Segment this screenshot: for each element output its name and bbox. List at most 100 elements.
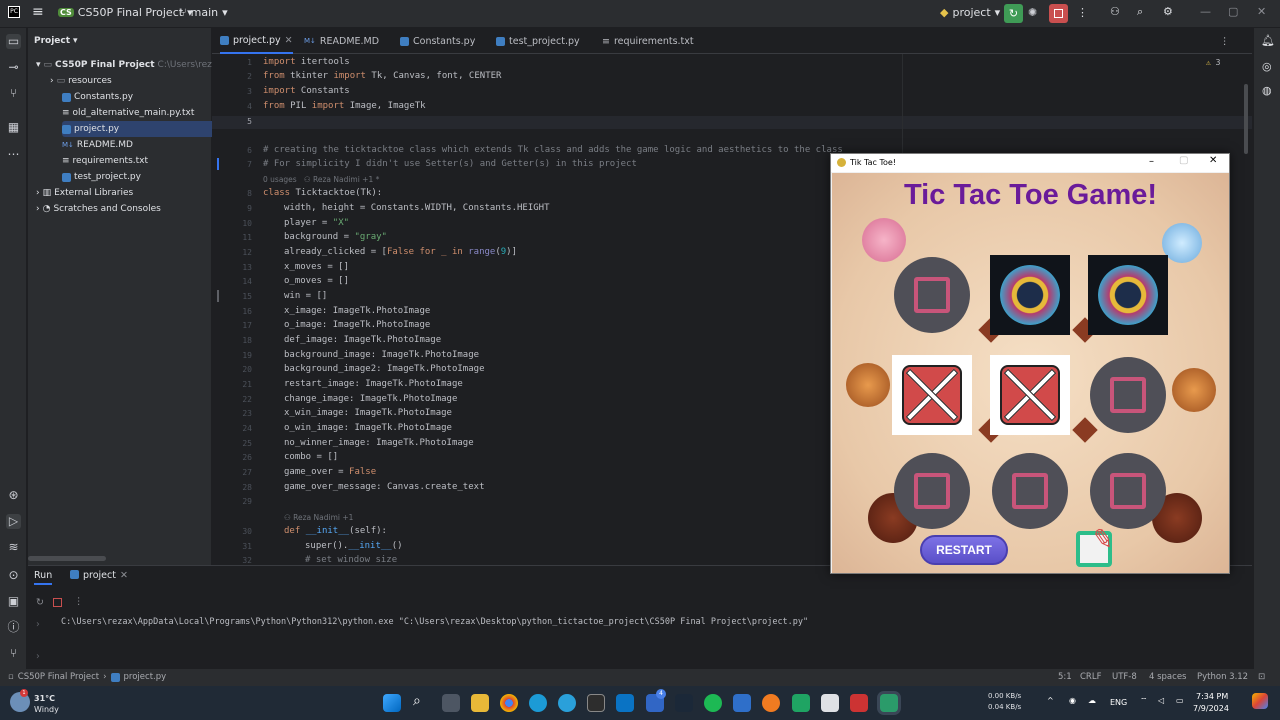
board-cell[interactable] (1088, 451, 1168, 531)
more-tools-icon[interactable]: ⋯ (6, 147, 21, 162)
git-icon[interactable]: ⑂ (6, 646, 21, 661)
tree-item-external-libraries[interactable]: › ▥ External Libraries (36, 185, 133, 201)
debug-icon[interactable]: ✺ (1028, 6, 1037, 19)
restart-button[interactable]: RESTART (920, 535, 1008, 565)
telegram-icon[interactable] (558, 694, 576, 712)
board-cell[interactable] (1088, 355, 1168, 435)
horizontal-scrollbar[interactable] (28, 556, 106, 561)
battery-icon[interactable]: ▭ (1176, 696, 1184, 705)
spotify-icon[interactable] (704, 694, 722, 712)
branch-switcher[interactable]: ⑂ main ▾ (180, 6, 228, 19)
structure-icon[interactable]: ▦ (6, 120, 21, 135)
chevron-up-icon[interactable]: ^ (1047, 696, 1054, 705)
game-titlebar[interactable]: Tik Tac Toe! – ▢ ✕ (831, 154, 1229, 172)
close-icon[interactable]: ✕ (1257, 5, 1266, 18)
language-indicator[interactable]: ENG (1110, 698, 1127, 707)
tree-item-resources[interactable]: › ▭ resources (50, 73, 112, 89)
task-view-icon[interactable] (442, 694, 460, 712)
tray-app-icon[interactable]: ◉ (1069, 696, 1076, 705)
caret-position[interactable]: 5:1 (1058, 672, 1072, 682)
tab-readme[interactable]: M↓ README.MD (304, 28, 379, 54)
clock-time[interactable]: 7:34 PM (1196, 692, 1228, 701)
restore-icon[interactable]: ▢ (1228, 5, 1238, 18)
interpreter[interactable]: Python 3.12 (1197, 672, 1248, 682)
tree-item-readme[interactable]: M↓ README.MD (62, 137, 133, 153)
terminal-app-icon[interactable] (587, 694, 605, 712)
project-panel-header[interactable]: Project ▾ (34, 33, 78, 49)
game-canvas[interactable]: Tic Tac Toe Game! RESTART ✎ (832, 173, 1229, 573)
terminal-icon[interactable]: ▣ (6, 594, 21, 609)
breadcrumb[interactable]: ▫ CS50P Final Project › project.py (8, 672, 166, 682)
board-cell[interactable] (990, 451, 1070, 531)
tab-run-config[interactable]: project ✕ (70, 570, 128, 581)
more-icon[interactable]: ⋮ (1077, 6, 1088, 19)
tree-item-old-alt[interactable]: ≡ old_alternative_main.py.txt (62, 105, 194, 121)
minimize-icon[interactable]: – (1149, 156, 1154, 167)
breadcrumb-file[interactable]: project.py (124, 672, 167, 682)
board-cell[interactable] (1088, 255, 1168, 335)
board-cell[interactable] (892, 255, 972, 335)
outlook-icon[interactable]: 4 (646, 689, 666, 712)
plugins-icon[interactable]: ⊛ (6, 488, 21, 503)
run-config-selector[interactable]: ◆ project ▾ (940, 6, 1000, 19)
tab-requirements[interactable]: ≡ requirements.txt (602, 28, 694, 54)
change-image-button[interactable]: ✎ (1076, 523, 1116, 567)
lock-icon[interactable]: ⊡ (1258, 672, 1265, 682)
tab-project-py[interactable]: project.py ✕ (220, 28, 293, 54)
tab-constants[interactable]: Constants.py (400, 28, 475, 54)
tree-item-scratches[interactable]: › ◔ Scratches and Consoles (36, 201, 161, 217)
notepad-icon[interactable] (821, 694, 839, 712)
file-encoding[interactable]: UTF-8 (1112, 672, 1137, 682)
tab-menu-icon[interactable]: ⋮ (1220, 28, 1230, 54)
file-explorer-icon[interactable] (471, 694, 489, 712)
problems-icon[interactable]: ⓘ (6, 620, 21, 635)
rerun-icon[interactable]: ↻ (1004, 4, 1023, 23)
main-menu-icon[interactable]: ≡ (32, 4, 44, 20)
close-icon[interactable]: ✕ (285, 35, 293, 46)
security-icon[interactable] (733, 694, 751, 712)
stop-icon[interactable] (53, 598, 62, 607)
pull-request-icon[interactable]: ⑂ (6, 86, 21, 101)
close-icon[interactable]: ✕ (120, 570, 128, 581)
gear-icon[interactable]: ⚙ (1163, 5, 1173, 18)
tab-test-project[interactable]: test_project.py (496, 28, 580, 54)
board-cell[interactable] (892, 451, 972, 531)
tree-item-constants[interactable]: Constants.py (62, 89, 133, 105)
tree-root[interactable]: ▾ ▭ CS50P Final Project C:\Users\rezax (36, 57, 223, 73)
edge-icon[interactable] (529, 694, 547, 712)
account-icon[interactable]: ⚇ (1110, 5, 1120, 18)
chrome-icon[interactable] (500, 694, 518, 712)
steam-icon[interactable] (675, 694, 693, 712)
tree-item-requirements[interactable]: ≡ requirements.txt (62, 153, 148, 169)
line-separator[interactable]: CRLF (1080, 672, 1101, 682)
close-icon[interactable]: ✕ (1209, 155, 1217, 166)
tree-item-test[interactable]: test_project.py (62, 169, 141, 185)
volume-icon[interactable]: ◁ (1158, 696, 1164, 705)
more-icon[interactable]: ⋮ (74, 596, 84, 607)
search-icon[interactable]: ⌕ (1137, 5, 1143, 19)
search-icon[interactable]: ⌕ (413, 693, 421, 709)
start-icon[interactable] (383, 694, 401, 712)
services-icon[interactable]: ⊙ (6, 568, 21, 583)
breadcrumb-project[interactable]: CS50P Final Project (18, 672, 99, 682)
board-cell[interactable] (892, 355, 972, 435)
tab-run[interactable]: Run (34, 570, 53, 585)
board-cell[interactable] (990, 255, 1070, 335)
maximize-icon[interactable]: ▢ (1179, 155, 1188, 166)
board-cell[interactable] (990, 355, 1070, 435)
rerun-icon[interactable]: ↻ (36, 597, 44, 608)
commit-icon[interactable]: ⊸ (6, 60, 21, 75)
ai-assistant-icon[interactable]: ◎ (1262, 60, 1272, 73)
folder-icon[interactable]: ▭ (6, 34, 21, 49)
media-icon[interactable] (850, 694, 868, 712)
clock-date[interactable]: 7/9/2024 (1193, 704, 1229, 713)
database-icon[interactable]: ◍ (1262, 84, 1272, 97)
project-switcher[interactable]: CS CS50P Final Project ▾ (58, 6, 193, 19)
copilot-icon[interactable] (1252, 693, 1268, 709)
pycharm-taskbar-icon[interactable] (880, 694, 898, 712)
notifications-icon[interactable]: 🔔︎ (1261, 34, 1275, 47)
firefox-icon[interactable] (762, 694, 780, 712)
indent-setting[interactable]: 4 spaces (1149, 672, 1186, 682)
warnings-indicator[interactable]: ⚠ 3 (1206, 58, 1220, 67)
tree-item-project[interactable]: project.py (62, 121, 230, 137)
